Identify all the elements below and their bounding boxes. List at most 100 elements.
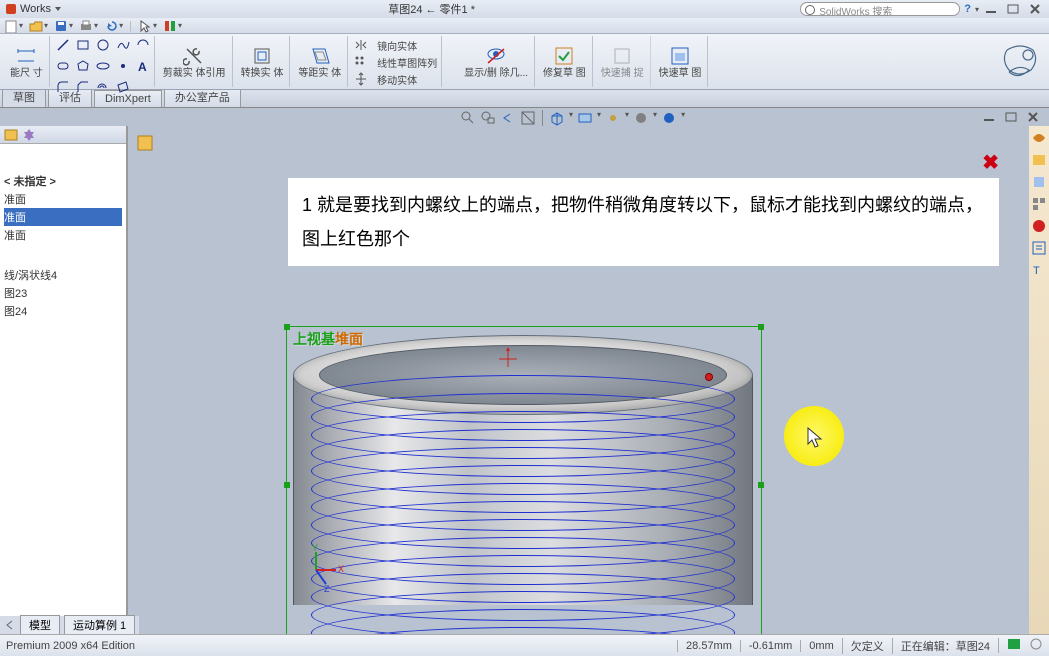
rebuild-button[interactable]: ▾ [163, 19, 182, 33]
tab-motion[interactable]: 运动算例 1 [64, 615, 135, 635]
polygon-tool-icon[interactable] [76, 59, 90, 78]
svg-text:Z: Z [324, 584, 330, 592]
ribbon-toolbar: 能尺 寸 A 剪裁实 体引用 转换实 体 等 [0, 34, 1049, 90]
resize-handle[interactable] [758, 482, 764, 488]
rapid-sketch-button[interactable]: 快速草 图 [653, 36, 709, 87]
new-button[interactable]: ▾ [4, 19, 23, 33]
line-tool-icon[interactable] [56, 38, 70, 57]
status-toggle-icon[interactable] [1029, 638, 1043, 653]
app-icon [4, 2, 18, 16]
save-button[interactable]: ▾ [54, 19, 73, 33]
trim-button[interactable]: 剪裁实 体引用 [157, 36, 233, 87]
annotation-text: 1 就是要找到内螺纹上的端点，把物件稍微角度转以下，鼠标才能找到内螺纹的端点，图… [288, 178, 999, 266]
feature-tree-panel: < 未指定 > 准面 准面 准面 线/涡状线4 图23 图24 [0, 126, 128, 634]
config-icon[interactable] [22, 128, 36, 142]
circle-tool-icon[interactable] [96, 38, 110, 57]
scene-icon[interactable] [633, 110, 649, 126]
show-hide-button[interactable]: 显示/删 除几... [458, 36, 535, 87]
view-palette-icon[interactable] [1031, 196, 1047, 212]
mirror-button[interactable]: 镜向实体 [354, 38, 437, 53]
doclink-icon[interactable]: T [1031, 262, 1047, 278]
spline-tool-icon[interactable] [116, 38, 130, 57]
minimize-icon[interactable] [983, 2, 1001, 16]
search-input[interactable]: SolidWorks 搜索 [800, 2, 960, 16]
tree-item-plane[interactable]: 准面 [4, 190, 122, 208]
print-button[interactable]: ▾ [79, 19, 98, 33]
zoom-window-icon[interactable] [480, 110, 496, 126]
tree-item-sketch[interactable]: 图23 [4, 284, 122, 302]
resize-handle[interactable] [284, 482, 290, 488]
command-tabs: 草图 评估 DimXpert 办公室产品 [0, 90, 1049, 108]
help-icon[interactable]: ? [964, 3, 971, 15]
quick-access-toolbar: ▾ ▾ ▾ ▾ ▾ | ▾ ▾ [0, 18, 1049, 34]
arc-tool-icon[interactable] [136, 38, 150, 57]
tree-item-sketch[interactable]: 图24 [4, 302, 122, 320]
open-button[interactable]: ▾ [29, 19, 48, 33]
resize-handle[interactable] [758, 324, 764, 330]
rect-tool-icon[interactable] [76, 38, 90, 57]
hide-show-icon[interactable] [605, 110, 621, 126]
view-toolbar: ▾ ▾ ▾ ▾ ▾ [460, 110, 685, 126]
menu-dropdown-icon[interactable] [53, 4, 63, 14]
tree-item-plane[interactable]: 准面 [4, 226, 122, 244]
tab-model[interactable]: 模型 [20, 615, 60, 635]
plane-tool-icon[interactable] [116, 80, 130, 99]
units-icon[interactable] [998, 638, 1029, 653]
tree-item-plane-selected[interactable]: 准面 [4, 208, 122, 226]
close-icon[interactable] [1027, 2, 1045, 16]
tree-item-helix[interactable]: 线/涡状线4 [4, 266, 122, 284]
ellipse-tool-icon[interactable] [96, 59, 110, 78]
smart-dimension-button[interactable]: 能尺 寸 [4, 36, 50, 87]
part-cylinder [293, 335, 753, 634]
offset-button[interactable]: 等距实 体 [292, 36, 348, 87]
feature-tree: < 未指定 > 准面 准面 准面 线/涡状线4 图23 图24 [0, 144, 126, 322]
explorer-icon[interactable] [1031, 174, 1047, 190]
pattern-group: 镜向实体 线性草图阵列 移动实体 [350, 36, 442, 87]
status-bar: Premium 2009 x64 Edition 28.57mm -0.61mm… [0, 634, 1049, 656]
helix-curve [311, 375, 735, 634]
feature-tree-icon[interactable] [4, 128, 18, 142]
fillet-tool-icon[interactable] [56, 80, 70, 99]
slot-tool-icon[interactable] [56, 59, 70, 78]
section-icon[interactable] [520, 110, 536, 126]
chamfer-tool-icon[interactable] [76, 80, 90, 99]
coord-z: 0mm [800, 640, 841, 652]
restore-icon[interactable] [1005, 2, 1023, 16]
custom-props-icon[interactable] [1031, 240, 1047, 256]
offset-tool-icon[interactable] [96, 80, 110, 99]
rapid-snap-button[interactable]: 快速捕 捉 [595, 36, 651, 87]
resources-icon[interactable] [1031, 130, 1047, 146]
text-tool-icon[interactable]: A [136, 59, 150, 78]
doc-restore-icon[interactable] [1003, 110, 1021, 124]
close-hint-icon[interactable]: ✖ [982, 150, 999, 175]
main-area: < 未指定 > 准面 准面 准面 线/涡状线4 图23 图24 ✖ 1 就是要找… [0, 126, 1049, 634]
graphics-viewport[interactable]: ✖ 1 就是要找到内螺纹上的端点，把物件稍微角度转以下，鼠标才能找到内螺纹的端点… [128, 126, 1029, 634]
resize-handle[interactable] [284, 324, 290, 330]
svg-text:A: A [138, 60, 147, 73]
move-button[interactable]: 移动实体 [354, 72, 437, 87]
display-style-icon[interactable] [577, 110, 593, 126]
doc-close-icon[interactable] [1025, 110, 1043, 124]
flyout-tree-icon[interactable] [136, 134, 154, 152]
svg-text:T: T [1033, 265, 1040, 277]
appearance-pane-icon[interactable] [1031, 218, 1047, 234]
panel-tabs [0, 126, 126, 144]
doc-minimize-icon[interactable] [981, 110, 999, 124]
separator [542, 110, 543, 126]
view-orientation-icon[interactable] [549, 110, 565, 126]
pattern-button[interactable]: 线性草图阵列 [354, 55, 437, 70]
select-button[interactable]: ▾ [138, 19, 157, 33]
tree-group-unspecified[interactable]: < 未指定 > [4, 172, 122, 190]
point-tool-icon[interactable] [116, 59, 130, 78]
prev-view-icon[interactable] [500, 110, 516, 126]
prev-tab-icon[interactable] [4, 619, 16, 631]
document-title: 草图24 ← 零件1 * [63, 1, 800, 17]
appearance-icon[interactable] [661, 110, 677, 126]
zoom-fit-icon[interactable] [460, 110, 476, 126]
sketch-plane-box[interactable]: 上视基堆面 [286, 326, 762, 634]
convert-button[interactable]: 转换实 体 [235, 36, 291, 87]
coord-x: 28.57mm [677, 640, 740, 652]
undo-button[interactable]: ▾ [104, 19, 123, 33]
repair-button[interactable]: 修复草 图 [537, 36, 593, 87]
library-icon[interactable] [1031, 152, 1047, 168]
